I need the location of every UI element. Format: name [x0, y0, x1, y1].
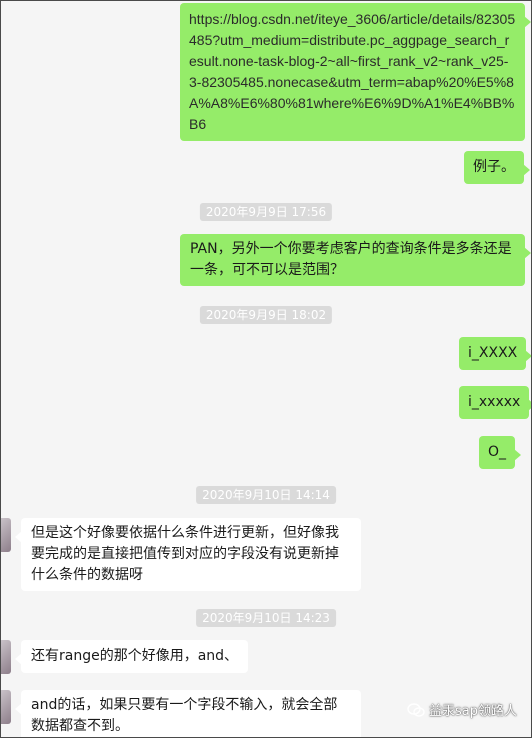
message-bubble-incoming[interactable]: 还有range的那个好像用，and、 — [14, 640, 249, 673]
message-bubble-outgoing[interactable]: PAN，另外一个你要考虑客户的查询条件是多条还是一条，可不可以是范围？ — [180, 234, 531, 286]
message-bubble-outgoing[interactable]: i_xxxxx — [459, 386, 531, 419]
message-text: 但是这个好像要依据什么条件进行更新，但好像我要完成的是直接把值传到对应的字段没有… — [31, 525, 339, 583]
timestamp: 2020年9月9日 17:56 — [199, 203, 333, 221]
message-text: 例子。 — [473, 159, 515, 175]
avatar[interactable] — [1, 690, 11, 724]
message-bubble-incoming[interactable]: and的话，如果只要有一个字段不输入，就会全部数据都查不到。 — [15, 690, 361, 737]
message-bubble-outgoing[interactable]: i_XXXX — [459, 337, 531, 370]
timestamp: 2020年9月9日 18:02 — [199, 306, 333, 324]
avatar[interactable] — [1, 518, 11, 552]
message-text: and的话，如果只要有一个字段不输入，就会全部数据都查不到。 — [31, 697, 338, 734]
message-text: PAN，另外一个你要考虑客户的查询条件是多条还是一条，可不可以是范围？ — [190, 241, 512, 278]
timestamp: 2020年9月10日 14:14 — [196, 486, 336, 504]
wechat-icon — [407, 702, 425, 717]
chat-window: https://blog.csdn.net/iteye_3606/article… — [0, 0, 532, 738]
message-link[interactable]: https://blog.csdn.net/iteye_3606/article… — [189, 9, 516, 135]
message-bubble-outgoing[interactable]: https://blog.csdn.net/iteye_3606/article… — [180, 3, 531, 141]
message-bubble-outgoing[interactable]: O_ — [479, 436, 522, 469]
watermark-text: 益汞sap领路人 — [429, 704, 517, 719]
message-text: O_ — [488, 444, 507, 460]
message-bubble-outgoing[interactable]: 例子。 — [464, 151, 530, 184]
avatar[interactable] — [1, 640, 11, 674]
message-bubble-incoming[interactable]: 但是这个好像要依据什么条件进行更新，但好像我要完成的是直接把值传到对应的字段没有… — [15, 518, 361, 591]
message-text: i_xxxxx — [468, 394, 521, 410]
timestamp: 2020年9月10日 14:23 — [196, 609, 336, 627]
message-text: 还有range的那个好像用，and、 — [31, 648, 239, 664]
message-text: i_XXXX — [468, 345, 518, 361]
watermark: 益汞sap领路人 — [407, 700, 517, 719]
